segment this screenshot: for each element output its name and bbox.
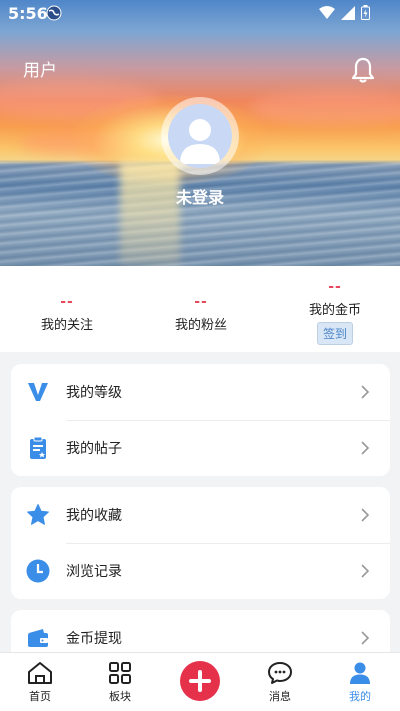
followers-count: -- — [194, 294, 208, 310]
person-icon — [350, 662, 370, 684]
wallet-icon — [28, 629, 48, 647]
bottom-nav: 首页 板块 消息 我的 — [0, 652, 400, 711]
menu-item-label: 我的收藏 — [66, 508, 122, 524]
coins-label: 我的金币 — [308, 303, 361, 318]
menu-item-posts[interactable]: 我的帖子 — [11, 420, 390, 476]
stat-followers[interactable]: -- 我的粉丝 — [141, 294, 261, 333]
menu-item-favorites[interactable]: 我的收藏 — [11, 487, 390, 543]
chevron-right-icon — [361, 564, 370, 578]
clock-icon — [26, 559, 50, 583]
grid-icon — [109, 662, 131, 684]
avatar[interactable] — [168, 104, 232, 168]
menu-item-level[interactable]: 我的等级 — [11, 364, 390, 420]
nav-messages[interactable]: 消息 — [250, 661, 310, 704]
globe-icon — [46, 5, 62, 21]
home-icon — [28, 662, 52, 684]
menu-item-label: 金币提现 — [66, 631, 122, 647]
person-placeholder-icon — [180, 119, 220, 164]
nav-label: 消息 — [269, 690, 291, 703]
coins-count: -- — [328, 279, 342, 295]
status-bar: 5:56 — [0, 0, 400, 28]
menu-item-label: 浏览记录 — [66, 564, 122, 580]
signal-icon — [341, 5, 355, 20]
menu-group-1: 我的等级 我的帖子 — [11, 364, 390, 476]
menu-group-2: 我的收藏 浏览记录 — [11, 487, 390, 599]
sign-in-button[interactable]: 签到 — [316, 322, 353, 345]
bell-icon[interactable] — [350, 56, 376, 84]
menu-item-history[interactable]: 浏览记录 — [11, 543, 390, 599]
chevron-right-icon — [361, 385, 370, 399]
following-count: -- — [60, 294, 74, 310]
chevron-right-icon — [361, 441, 370, 455]
menu-item-label: 我的帖子 — [66, 441, 122, 457]
nav-label: 板块 — [109, 690, 131, 703]
wifi-icon — [319, 5, 335, 19]
menu-item-label: 我的等级 — [66, 385, 122, 401]
followers-label: 我的粉丝 — [174, 318, 227, 333]
chevron-right-icon — [361, 508, 370, 522]
status-time: 5:56 — [8, 4, 48, 23]
v-level-icon — [28, 383, 48, 401]
nav-boards[interactable]: 板块 — [90, 661, 150, 704]
nav-home[interactable]: 首页 — [10, 661, 70, 704]
stat-coins[interactable]: -- 我的金币 签到 — [275, 279, 395, 345]
chevron-right-icon — [361, 631, 370, 645]
nav-label: 我的 — [349, 690, 371, 703]
add-icon — [189, 670, 211, 692]
nav-me[interactable]: 我的 — [330, 661, 390, 704]
add-post-button[interactable] — [180, 661, 220, 701]
nav-label: 首页 — [29, 690, 51, 703]
chat-icon — [268, 662, 292, 684]
stats-bar: -- 我的关注 -- 我的粉丝 -- 我的金币 签到 — [0, 266, 400, 352]
login-status[interactable]: 未登录 — [0, 184, 400, 208]
battery-icon — [361, 5, 370, 20]
star-icon — [27, 504, 49, 525]
following-label: 我的关注 — [40, 318, 93, 333]
clipboard-icon — [30, 436, 46, 459]
stat-following[interactable]: -- 我的关注 — [7, 294, 127, 333]
page-title: 用户 — [23, 61, 57, 81]
